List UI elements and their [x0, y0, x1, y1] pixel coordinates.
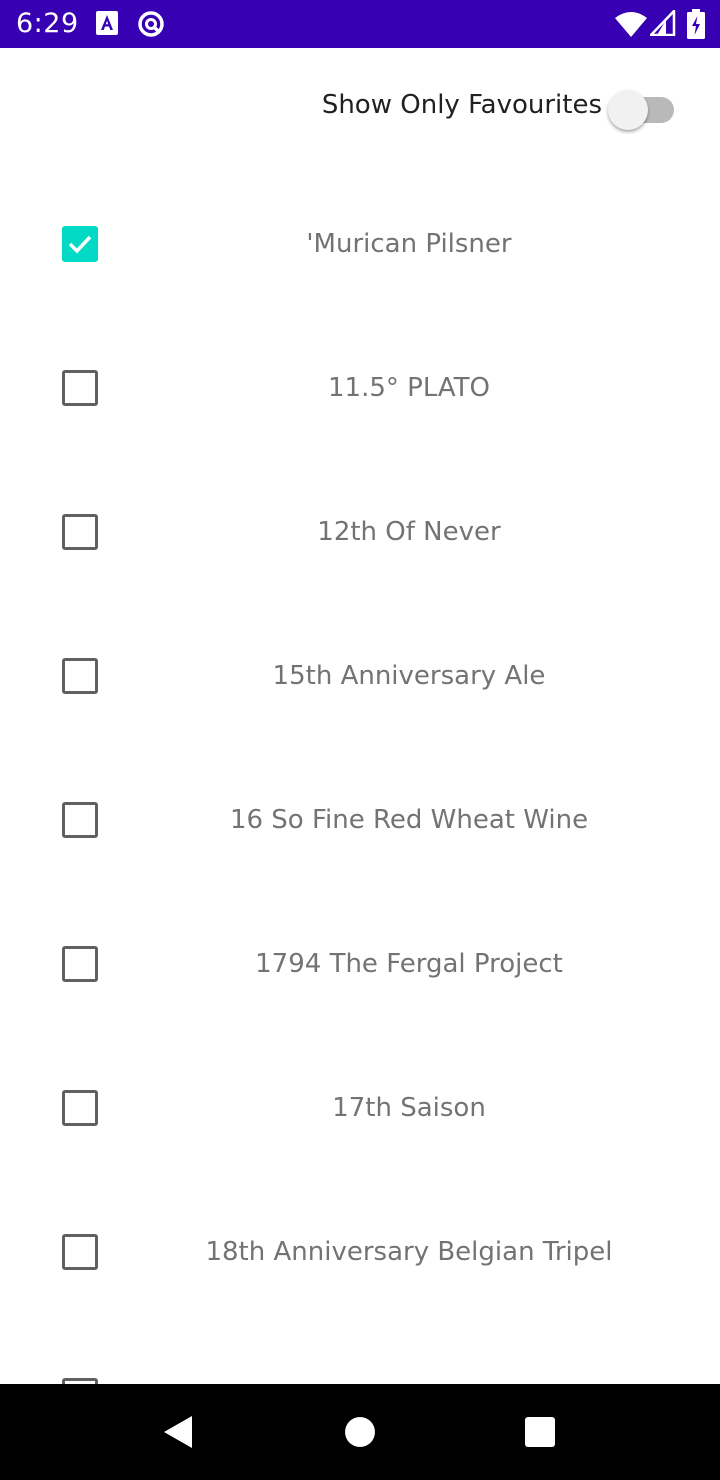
favourites-filter-label: Show Only Favourites: [321, 90, 602, 120]
system-nav-bar: [0, 1384, 720, 1480]
beer-list-item[interactable]: 16 So Fine Red Wheat Wine: [0, 748, 720, 892]
favourite-checkbox[interactable]: [62, 1234, 98, 1270]
accessibility-a-icon: [96, 11, 118, 35]
cell-signal-icon: [650, 10, 676, 36]
beer-list-item[interactable]: 17th Saison: [0, 1036, 720, 1180]
recents-icon[interactable]: [524, 1416, 556, 1448]
beer-name: 11.5° PLATO: [327, 373, 491, 403]
favourite-checkbox[interactable]: [62, 514, 98, 550]
favourite-checkbox[interactable]: [62, 658, 98, 694]
checkmark-icon: [68, 235, 92, 254]
beer-list[interactable]: 'Murican Pilsner 11.5° PLATO 12th Of Never…: [0, 172, 720, 1384]
beer-name: 18th Anniversary Belgian Tripel: [205, 1237, 613, 1267]
beer-name: 15th Anniversary Ale: [272, 661, 546, 691]
beer-list-item[interactable]: 'Murican Pilsner: [0, 172, 720, 316]
status-time: 6:29: [16, 8, 79, 39]
beer-list-item[interactable]: 1794 The Fergal Project: [0, 892, 720, 1036]
favourite-checkbox[interactable]: [62, 802, 98, 838]
favourite-checkbox[interactable]: [62, 946, 98, 982]
data-saver-icon: [138, 11, 164, 37]
beer-name: 17th Saison: [332, 1093, 486, 1123]
status-bar: 6:29: [0, 0, 720, 48]
favourites-filter-row: Show Only Favourites: [0, 82, 720, 130]
beer-list-item[interactable]: 12th Of Never: [0, 460, 720, 604]
beer-list-item[interactable]: 18th Anniversary Belgian Tripel: [0, 1180, 720, 1324]
beer-name: 'Murican Pilsner: [306, 229, 512, 259]
favourite-checkbox[interactable]: [62, 226, 98, 262]
beer-name: 1794 The Fergal Project: [255, 949, 563, 979]
favourites-toggle[interactable]: [608, 88, 678, 130]
beer-list-item[interactable]: 11.5° PLATO: [0, 316, 720, 460]
wifi-icon: [615, 12, 647, 37]
battery-charging-icon: [687, 9, 705, 39]
beer-name: 12th Of Never: [317, 517, 501, 547]
beer-list-item[interactable]: 15th Anniversary Ale: [0, 604, 720, 748]
beer-list-item-partial[interactable]: [0, 1324, 720, 1384]
toggle-thumb: [608, 90, 648, 130]
favourite-checkbox[interactable]: [62, 370, 98, 406]
beer-name: 16 So Fine Red Wheat Wine: [229, 805, 589, 835]
back-icon[interactable]: [160, 1414, 196, 1450]
favourite-checkbox[interactable]: [62, 1090, 98, 1126]
home-icon[interactable]: [344, 1416, 376, 1448]
